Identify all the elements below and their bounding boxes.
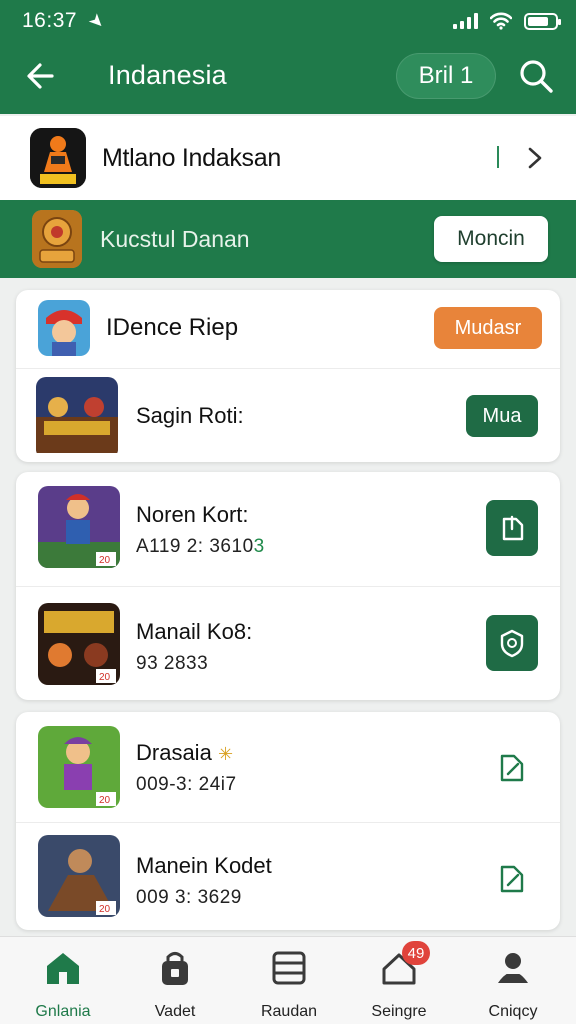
status-bar: 16:37 ➤ bbox=[22, 8, 561, 34]
game-subtitle-highlight: 3 bbox=[253, 536, 265, 557]
chevron-right-icon[interactable] bbox=[522, 144, 548, 172]
featured-row[interactable]: Mtlano Indaksan bbox=[0, 116, 576, 200]
tab-label: Gnlania bbox=[35, 1003, 91, 1020]
app-header: Indanesia Bril 1 bbox=[0, 48, 576, 104]
list-item[interactable]: IDence Riep Mudasr bbox=[16, 290, 560, 368]
game-icon bbox=[38, 300, 90, 356]
game-action-button[interactable]: Mua bbox=[466, 395, 538, 437]
tab-home[interactable]: Gnlania bbox=[8, 947, 118, 1021]
list-item[interactable]: Sagin Roti: Mua bbox=[16, 369, 560, 462]
header-pill-button[interactable]: Bril 1 bbox=[396, 53, 496, 99]
list-item[interactable]: 20 Manein Kodet 009 3: 3629 bbox=[16, 823, 560, 930]
profile-icon bbox=[498, 953, 528, 983]
list-item[interactable]: 20 Noren Kort: A119 2: 36103 bbox=[16, 472, 560, 586]
game-subtitle: A119 2: 36103 bbox=[136, 536, 265, 558]
page-title: Indanesia bbox=[108, 60, 227, 90]
featured-app-icon bbox=[30, 128, 86, 188]
tab-list[interactable]: Raudan bbox=[234, 947, 344, 1021]
svg-text:20: 20 bbox=[99, 795, 111, 806]
game-subtitle: 93 2833 bbox=[136, 653, 209, 674]
search-icon[interactable] bbox=[516, 56, 556, 96]
tab-label: Cniqcy bbox=[488, 1003, 538, 1020]
game-subtitle: 009 3: 3629 bbox=[136, 887, 242, 908]
featured-divider bbox=[497, 146, 499, 168]
signal-icon bbox=[453, 13, 478, 29]
game-action-button[interactable] bbox=[486, 500, 538, 556]
svg-text:20: 20 bbox=[99, 672, 111, 683]
game-card-2: 20 Noren Kort: A119 2: 36103 20 Manail K… bbox=[16, 472, 560, 700]
game-icon: 20 bbox=[38, 486, 120, 568]
game-title: Manein Kodet bbox=[136, 853, 272, 878]
list-item[interactable]: 20 Drasaia ✳ 009-3: 24i7 bbox=[16, 712, 560, 822]
edit-icon[interactable] bbox=[494, 746, 530, 786]
top-bar: 16:37 ➤ Indanesia Bril 1 bbox=[0, 0, 576, 114]
banner-label: Kucstul Danan bbox=[100, 226, 250, 252]
game-subtitle: 009-3: 24i7 bbox=[136, 774, 237, 795]
game-action-button[interactable]: Mudasr bbox=[434, 307, 542, 349]
home-icon bbox=[47, 953, 79, 984]
game-action-button[interactable] bbox=[486, 615, 538, 671]
game-card-3: 20 Drasaia ✳ 009-3: 24i7 20 Manein Kodet… bbox=[16, 712, 560, 930]
game-title: Drasaia ✳ bbox=[136, 740, 233, 766]
list-icon bbox=[272, 951, 306, 985]
game-icon: 20 bbox=[38, 835, 120, 917]
notification-badge: 49 bbox=[402, 941, 430, 965]
status-time: 16:37 bbox=[22, 9, 78, 32]
document-icon bbox=[502, 515, 524, 541]
game-icon bbox=[36, 377, 118, 459]
banner-button[interactable]: Moncin bbox=[434, 216, 548, 262]
game-card-1: IDence Riep Mudasr Sagin Roti: Mua bbox=[16, 290, 560, 462]
location-arrow-icon: ➤ bbox=[84, 8, 110, 34]
shield-icon bbox=[500, 629, 524, 658]
game-title: Manail Ko8: bbox=[136, 619, 253, 644]
svg-text:20: 20 bbox=[99, 555, 111, 566]
game-title: Sagin Roti: bbox=[136, 403, 244, 428]
tab-label: Seingre bbox=[371, 1003, 427, 1020]
tab-notifications[interactable]: 49 Seingre bbox=[344, 941, 454, 1021]
game-title: Noren Kort: bbox=[136, 502, 249, 527]
bottom-nav: Gnlania Vadet Raudan 49 Seingre Cniqcy bbox=[0, 936, 576, 1024]
game-icon: 20 bbox=[38, 726, 120, 808]
list-item[interactable]: 20 Manail Ko8: 93 2833 bbox=[16, 587, 560, 700]
tab-label: Vadet bbox=[154, 1003, 196, 1020]
featured-app-name: Mtlano Indaksan bbox=[102, 144, 281, 172]
banner-badge-icon bbox=[32, 210, 82, 268]
promo-banner: Kucstul Danan Moncin bbox=[0, 200, 576, 278]
edit-icon[interactable] bbox=[494, 857, 530, 897]
tab-profile[interactable]: Cniqcy bbox=[458, 947, 568, 1021]
battery-icon bbox=[524, 12, 561, 30]
back-arrow-icon[interactable] bbox=[22, 56, 62, 96]
tab-vault[interactable]: Vadet bbox=[120, 947, 230, 1021]
game-icon: 20 bbox=[38, 603, 120, 685]
tab-label: Raudan bbox=[260, 1003, 318, 1020]
lock-icon bbox=[162, 952, 188, 985]
svg-text:20: 20 bbox=[99, 904, 111, 915]
wifi-icon bbox=[490, 12, 512, 30]
trophy-icon: ✳ bbox=[217, 744, 234, 764]
game-subtitle-main: A119 2: 3610 bbox=[136, 536, 254, 557]
game-title-text: Drasaia bbox=[136, 740, 212, 765]
game-title: IDence Riep bbox=[106, 314, 239, 341]
